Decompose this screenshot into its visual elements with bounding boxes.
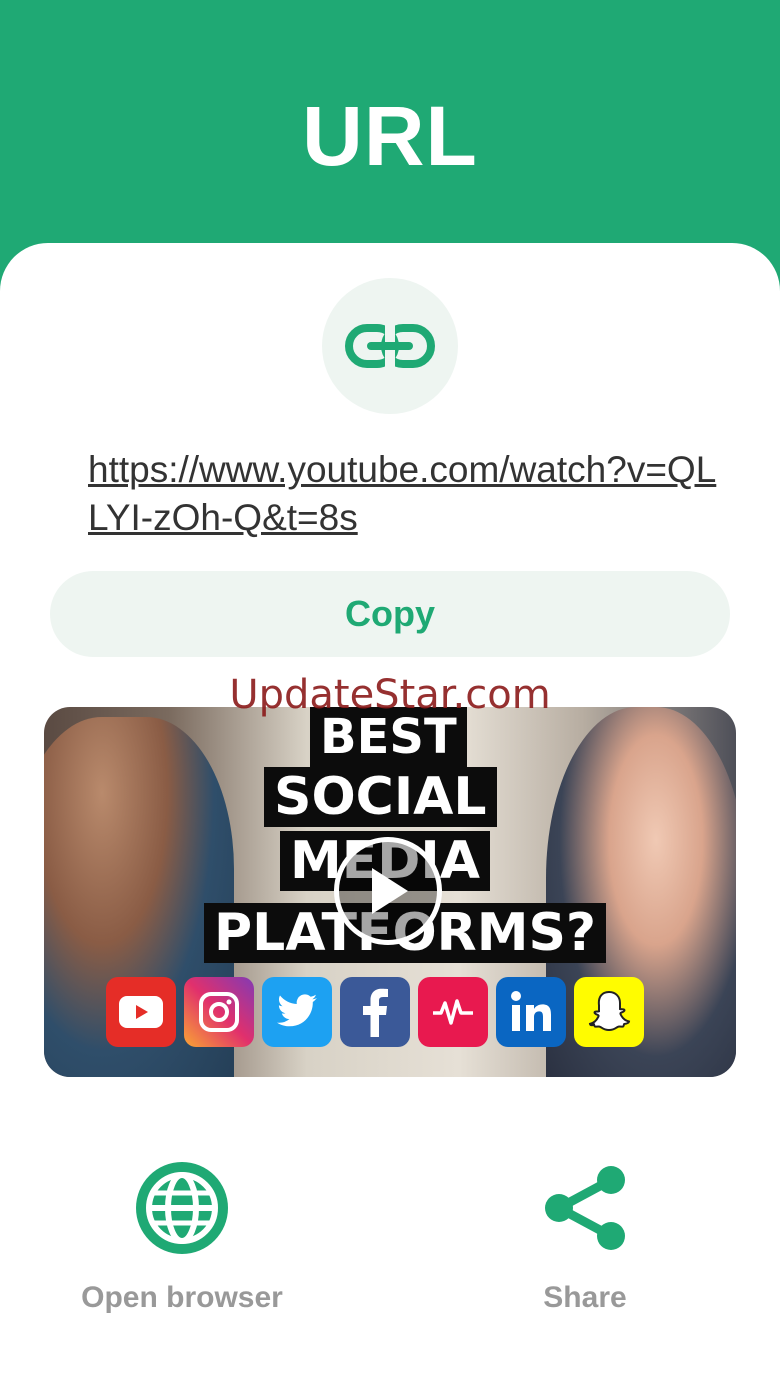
- open-browser-label: Open browser: [81, 1281, 283, 1314]
- youtube-icon: [106, 977, 176, 1047]
- page-title: URL: [302, 89, 478, 183]
- globe-icon: [136, 1162, 228, 1254]
- copy-button[interactable]: Copy: [50, 571, 730, 657]
- video-thumbnail[interactable]: BEST SOCIAL MEDIA PLATFORMS?: [44, 707, 736, 1077]
- url-link[interactable]: https://www.youtube.com/watch?v=QLLYI-zO…: [88, 446, 728, 542]
- header: URL: [0, 0, 780, 270]
- headline-line: SOCIAL: [264, 767, 497, 827]
- musically-icon: [418, 977, 488, 1047]
- platform-icons: [106, 977, 644, 1047]
- linkedin-icon: [496, 977, 566, 1047]
- share-button[interactable]: Share: [435, 1158, 735, 1315]
- open-browser-button[interactable]: Open browser: [32, 1158, 332, 1315]
- play-icon: [372, 868, 408, 914]
- instagram-icon: [184, 977, 254, 1047]
- snapchat-icon: [574, 977, 644, 1047]
- link-icon: [345, 324, 435, 368]
- watermark-text: UpdateStar.com: [229, 672, 551, 718]
- share-icon: [545, 1166, 625, 1250]
- share-label: Share: [543, 1281, 627, 1314]
- facebook-icon: [340, 977, 410, 1047]
- link-icon-badge: [322, 278, 458, 414]
- twitter-icon: [262, 977, 332, 1047]
- play-button[interactable]: [334, 837, 442, 945]
